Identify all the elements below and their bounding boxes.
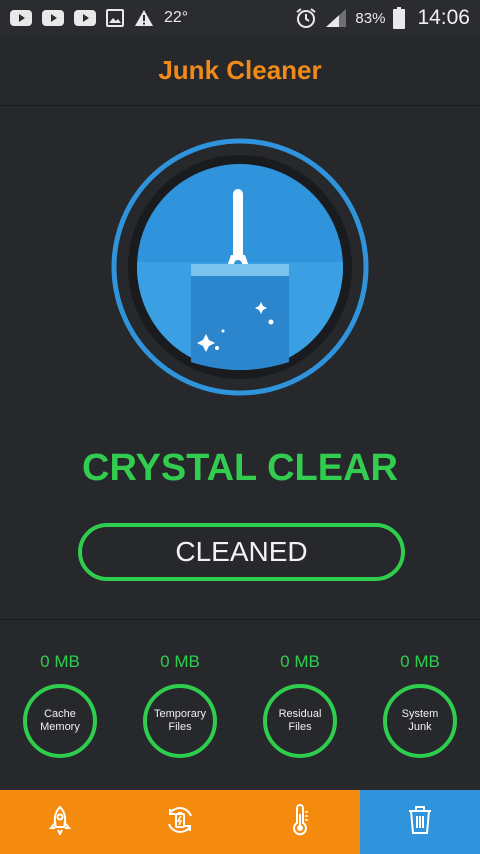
stat-value: 0 MB: [40, 652, 80, 671]
junk-stats: 0 MB Cache Memory 0 MB Temporary Files 0…: [0, 619, 480, 790]
battery-percent: 83%: [355, 9, 386, 27]
cleaned-button-label: CLEANED: [175, 536, 308, 567]
cleaner-graphic: [111, 138, 369, 396]
clock: 14:06: [417, 6, 470, 29]
bottom-nav: [0, 790, 480, 854]
stat-label: Residual Files: [278, 708, 322, 733]
nav-junk-cleaner[interactable]: [360, 790, 480, 854]
temperature-text: 22°: [164, 9, 189, 26]
youtube-icon: [74, 10, 96, 26]
stat-circle[interactable]: System Junk: [383, 684, 457, 758]
thermometer-icon: [290, 803, 310, 841]
stat-cache-memory: 0 MB Cache Memory: [0, 620, 120, 791]
youtube-icon: [10, 10, 32, 26]
alarm-icon: [295, 7, 317, 29]
nav-booster[interactable]: [0, 790, 120, 854]
trash-icon: [407, 805, 433, 840]
nav-battery-saver[interactable]: [120, 790, 240, 854]
rocket-icon: [46, 805, 74, 840]
youtube-icon: [42, 10, 64, 26]
stat-residual-files: 0 MB Residual Files: [240, 620, 360, 791]
stat-temporary-files: 0 MB Temporary Files: [120, 620, 240, 791]
app-header: Junk Cleaner: [0, 36, 480, 106]
stat-value: 0 MB: [280, 652, 320, 671]
stat-value: 0 MB: [400, 652, 440, 671]
cleaned-button[interactable]: CLEANED: [78, 523, 405, 581]
signal-icon: [325, 8, 347, 28]
battery-saver-icon: [164, 804, 196, 841]
system-icons: 83% 14:06: [295, 6, 470, 30]
stat-label: Temporary Files: [154, 708, 206, 733]
warning-icon: [134, 9, 154, 27]
stat-label: System Junk: [401, 708, 439, 733]
image-icon: [106, 9, 124, 27]
status-headline: CRYSTAL CLEAR: [82, 447, 398, 489]
stat-label: Cache Memory: [40, 708, 80, 733]
battery-icon: [393, 7, 406, 29]
page-title: Junk Cleaner: [158, 55, 322, 85]
stat-system-junk: 0 MB System Junk: [360, 620, 480, 791]
stat-circle[interactable]: Temporary Files: [143, 684, 217, 758]
status-bar: 22° 83% 14:06: [0, 0, 480, 36]
stat-circle[interactable]: Residual Files: [263, 684, 337, 758]
nav-cpu-cooler[interactable]: [240, 790, 360, 854]
stat-circle[interactable]: Cache Memory: [23, 684, 97, 758]
main-panel: CRYSTAL CLEAR CLEANED: [0, 107, 480, 619]
notification-icons: 22°: [10, 9, 188, 27]
stat-value: 0 MB: [160, 652, 200, 671]
